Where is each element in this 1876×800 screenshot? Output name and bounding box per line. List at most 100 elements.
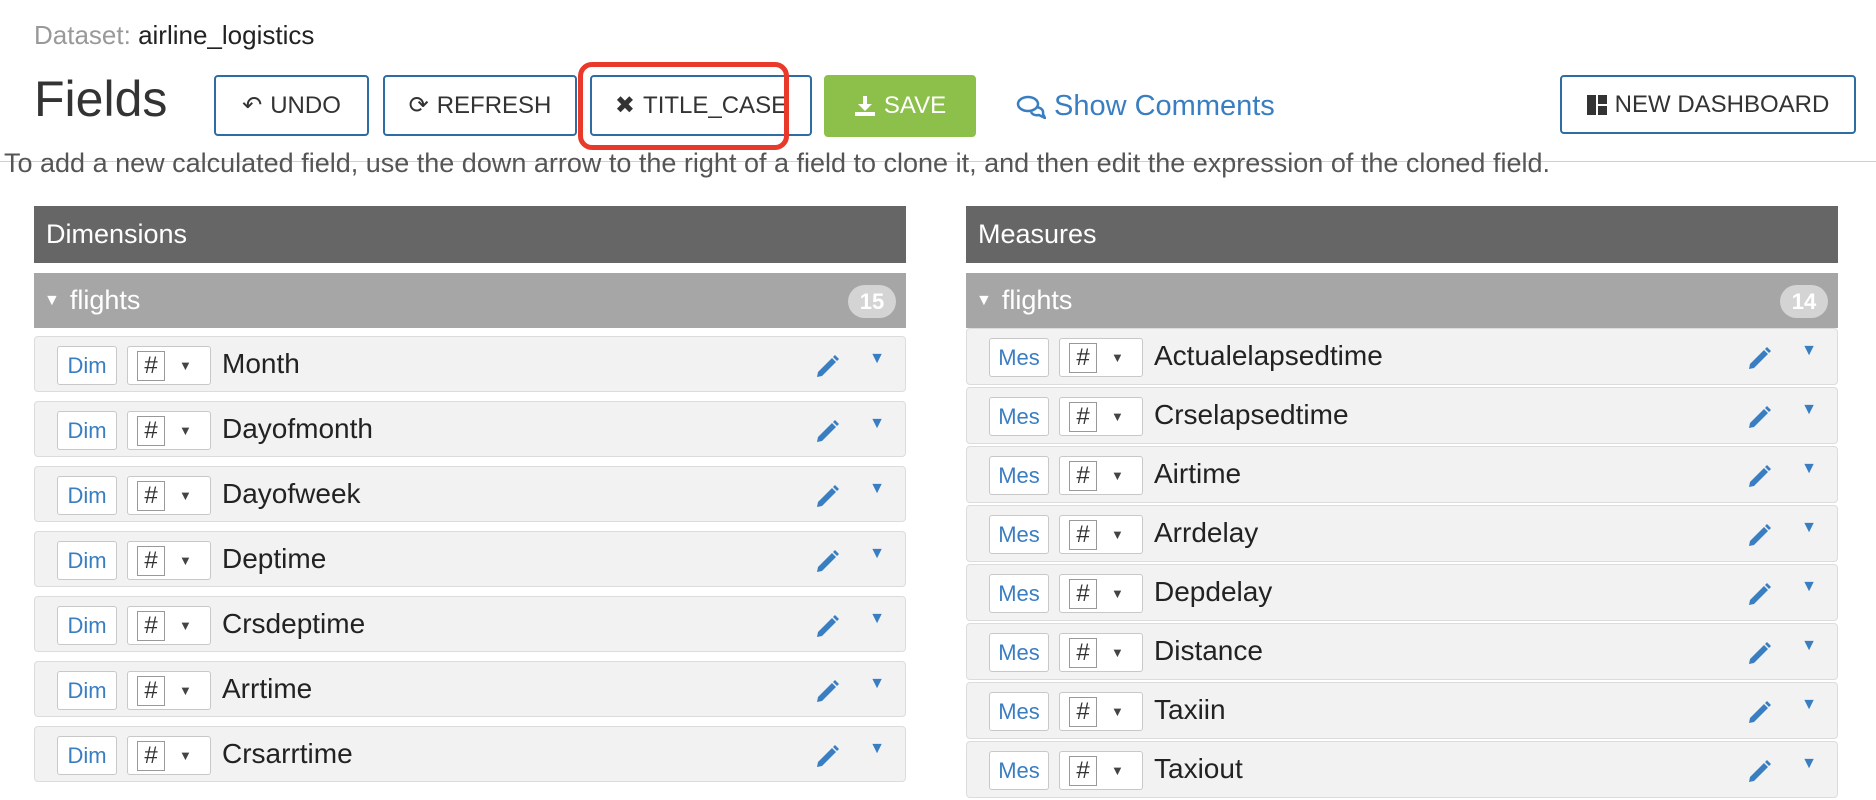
field-count-badge: 14 (1780, 285, 1828, 318)
field-row: Mes # ▼ Taxiout ▼ (966, 741, 1838, 798)
edit-pencil-icon[interactable] (1747, 758, 1773, 784)
edit-pencil-icon[interactable] (1747, 640, 1773, 666)
field-menu-chevron-icon[interactable]: ▼ (1801, 401, 1817, 419)
field-role-button[interactable]: Mes (989, 692, 1049, 731)
edit-pencil-icon[interactable] (1747, 581, 1773, 607)
undo-button[interactable]: ↶ UNDO (214, 75, 369, 136)
field-name: Crselapsedtime (1154, 399, 1349, 430)
field-menu-chevron-icon[interactable]: ▼ (1801, 755, 1817, 773)
field-role-button[interactable]: Dim (57, 411, 117, 450)
refresh-icon: ⟳ (408, 92, 429, 119)
edit-pencil-icon[interactable] (815, 678, 841, 704)
field-role-button[interactable]: Dim (57, 606, 117, 645)
field-menu-chevron-icon[interactable]: ▼ (869, 350, 885, 368)
field-role-button[interactable]: Dim (57, 541, 117, 580)
field-role-button[interactable]: Mes (989, 574, 1049, 613)
field-menu-chevron-icon[interactable]: ▼ (869, 545, 885, 563)
edit-pencil-icon[interactable] (1747, 463, 1773, 489)
field-type-dropdown[interactable]: # ▼ (127, 606, 211, 645)
field-row: Dim # ▼ Dayofweek ▼ (34, 466, 906, 522)
field-row: Mes # ▼ Taxiin ▼ (966, 682, 1838, 739)
numeric-type-icon: # (137, 740, 165, 771)
edit-pencil-icon[interactable] (815, 548, 841, 574)
field-name: Dayofmonth (222, 413, 373, 444)
field-type-dropdown[interactable]: # ▼ (1059, 397, 1143, 436)
edit-pencil-icon[interactable] (815, 613, 841, 639)
numeric-type-icon: # (137, 350, 165, 381)
field-row: Dim # ▼ Crsdeptime ▼ (34, 596, 906, 652)
field-role-button[interactable]: Dim (57, 346, 117, 385)
field-type-dropdown[interactable]: # ▼ (1059, 751, 1143, 790)
edit-pencil-icon[interactable] (1747, 699, 1773, 725)
field-type-dropdown[interactable]: # ▼ (127, 411, 211, 450)
numeric-type-icon: # (137, 415, 165, 446)
edit-pencil-icon[interactable] (815, 743, 841, 769)
field-type-dropdown[interactable]: # ▼ (127, 736, 211, 775)
edit-pencil-icon[interactable] (815, 483, 841, 509)
field-menu-chevron-icon[interactable]: ▼ (869, 480, 885, 498)
field-role-button[interactable]: Mes (989, 633, 1049, 672)
field-role-button[interactable]: Mes (989, 338, 1049, 377)
field-role-button[interactable]: Mes (989, 515, 1049, 554)
save-button[interactable]: SAVE (824, 75, 976, 137)
field-type-dropdown[interactable]: # ▼ (127, 671, 211, 710)
field-type-dropdown[interactable]: # ▼ (127, 346, 211, 385)
info-text: To add a new calculated field, use the d… (0, 150, 1876, 186)
field-menu-chevron-icon[interactable]: ▼ (869, 675, 885, 693)
field-menu-chevron-icon[interactable]: ▼ (869, 740, 885, 758)
refresh-label: REFRESH (436, 91, 552, 119)
field-menu-chevron-icon[interactable]: ▼ (869, 610, 885, 628)
undo-label: UNDO (270, 91, 341, 119)
field-row: Mes # ▼ Airtime ▼ (966, 446, 1838, 503)
dataset-label: Dataset: (34, 20, 131, 50)
chevron-down-icon: ▼ (179, 488, 192, 503)
field-name: Airtime (1154, 458, 1242, 489)
field-role-button[interactable]: Mes (989, 397, 1049, 436)
edit-pencil-icon[interactable] (1747, 522, 1773, 548)
field-name: Crsdeptime (222, 608, 366, 639)
measures-panel: Measures ▼ flights 14 Mes # ▼ Actualelapsed… (966, 206, 1838, 800)
show-comments-link[interactable]: Show Comments (1016, 90, 1275, 123)
chevron-down-icon: ▼ (179, 748, 192, 763)
field-menu-chevron-icon[interactable]: ▼ (1801, 696, 1817, 714)
numeric-type-icon: # (1069, 342, 1097, 373)
dimensions-panel: Dimensions ▼ flights 15 Dim # ▼ Month ▼ Dim # ▼… (34, 206, 906, 791)
info-text-content: To add a new calculated field, use the d… (4, 150, 1550, 178)
numeric-type-icon: # (137, 675, 165, 706)
field-role-button[interactable]: Mes (989, 456, 1049, 495)
field-name: Arrtime (222, 673, 313, 704)
field-menu-chevron-icon[interactable]: ▼ (1801, 578, 1817, 596)
field-menu-chevron-icon[interactable]: ▼ (1801, 460, 1817, 478)
field-role-button[interactable]: Mes (989, 751, 1049, 790)
field-menu-chevron-icon[interactable]: ▼ (1801, 519, 1817, 537)
numeric-type-icon: # (137, 480, 165, 511)
field-menu-chevron-icon[interactable]: ▼ (1801, 342, 1817, 360)
field-type-dropdown[interactable]: # ▼ (127, 541, 211, 580)
new-dashboard-button[interactable]: NEW DASHBOARD (1560, 75, 1856, 134)
edit-pencil-icon[interactable] (815, 418, 841, 444)
chevron-down-icon: ▼ (179, 553, 192, 568)
field-type-dropdown[interactable]: # ▼ (1059, 338, 1143, 377)
field-type-dropdown[interactable]: # ▼ (1059, 574, 1143, 613)
refresh-button[interactable]: ⟳ REFRESH (383, 75, 577, 136)
field-type-dropdown[interactable]: # ▼ (1059, 515, 1143, 554)
field-menu-chevron-icon[interactable]: ▼ (1801, 637, 1817, 655)
numeric-type-icon: # (1069, 755, 1097, 786)
edit-pencil-icon[interactable] (1747, 404, 1773, 430)
field-type-dropdown[interactable]: # ▼ (1059, 633, 1143, 672)
dimensions-group-flights[interactable]: ▼ flights 15 (34, 273, 906, 328)
field-role-button[interactable]: Dim (57, 736, 117, 775)
field-role-button[interactable]: Dim (57, 671, 117, 710)
measures-group-flights[interactable]: ▼ flights 14 (966, 273, 1838, 328)
edit-pencil-icon[interactable] (815, 353, 841, 379)
group-name: flights (69, 285, 141, 315)
field-role-button[interactable]: Dim (57, 476, 117, 515)
undo-icon: ↶ (242, 92, 263, 119)
field-type-dropdown[interactable]: # ▼ (1059, 456, 1143, 495)
field-type-dropdown[interactable]: # ▼ (127, 476, 211, 515)
field-menu-chevron-icon[interactable]: ▼ (869, 415, 885, 433)
field-type-dropdown[interactable]: # ▼ (1059, 692, 1143, 731)
field-row: Mes # ▼ Actualelapsedtime ▼ (966, 328, 1838, 385)
title-case-button[interactable]: ✖ TITLE_CASE (590, 75, 812, 136)
edit-pencil-icon[interactable] (1747, 345, 1773, 371)
